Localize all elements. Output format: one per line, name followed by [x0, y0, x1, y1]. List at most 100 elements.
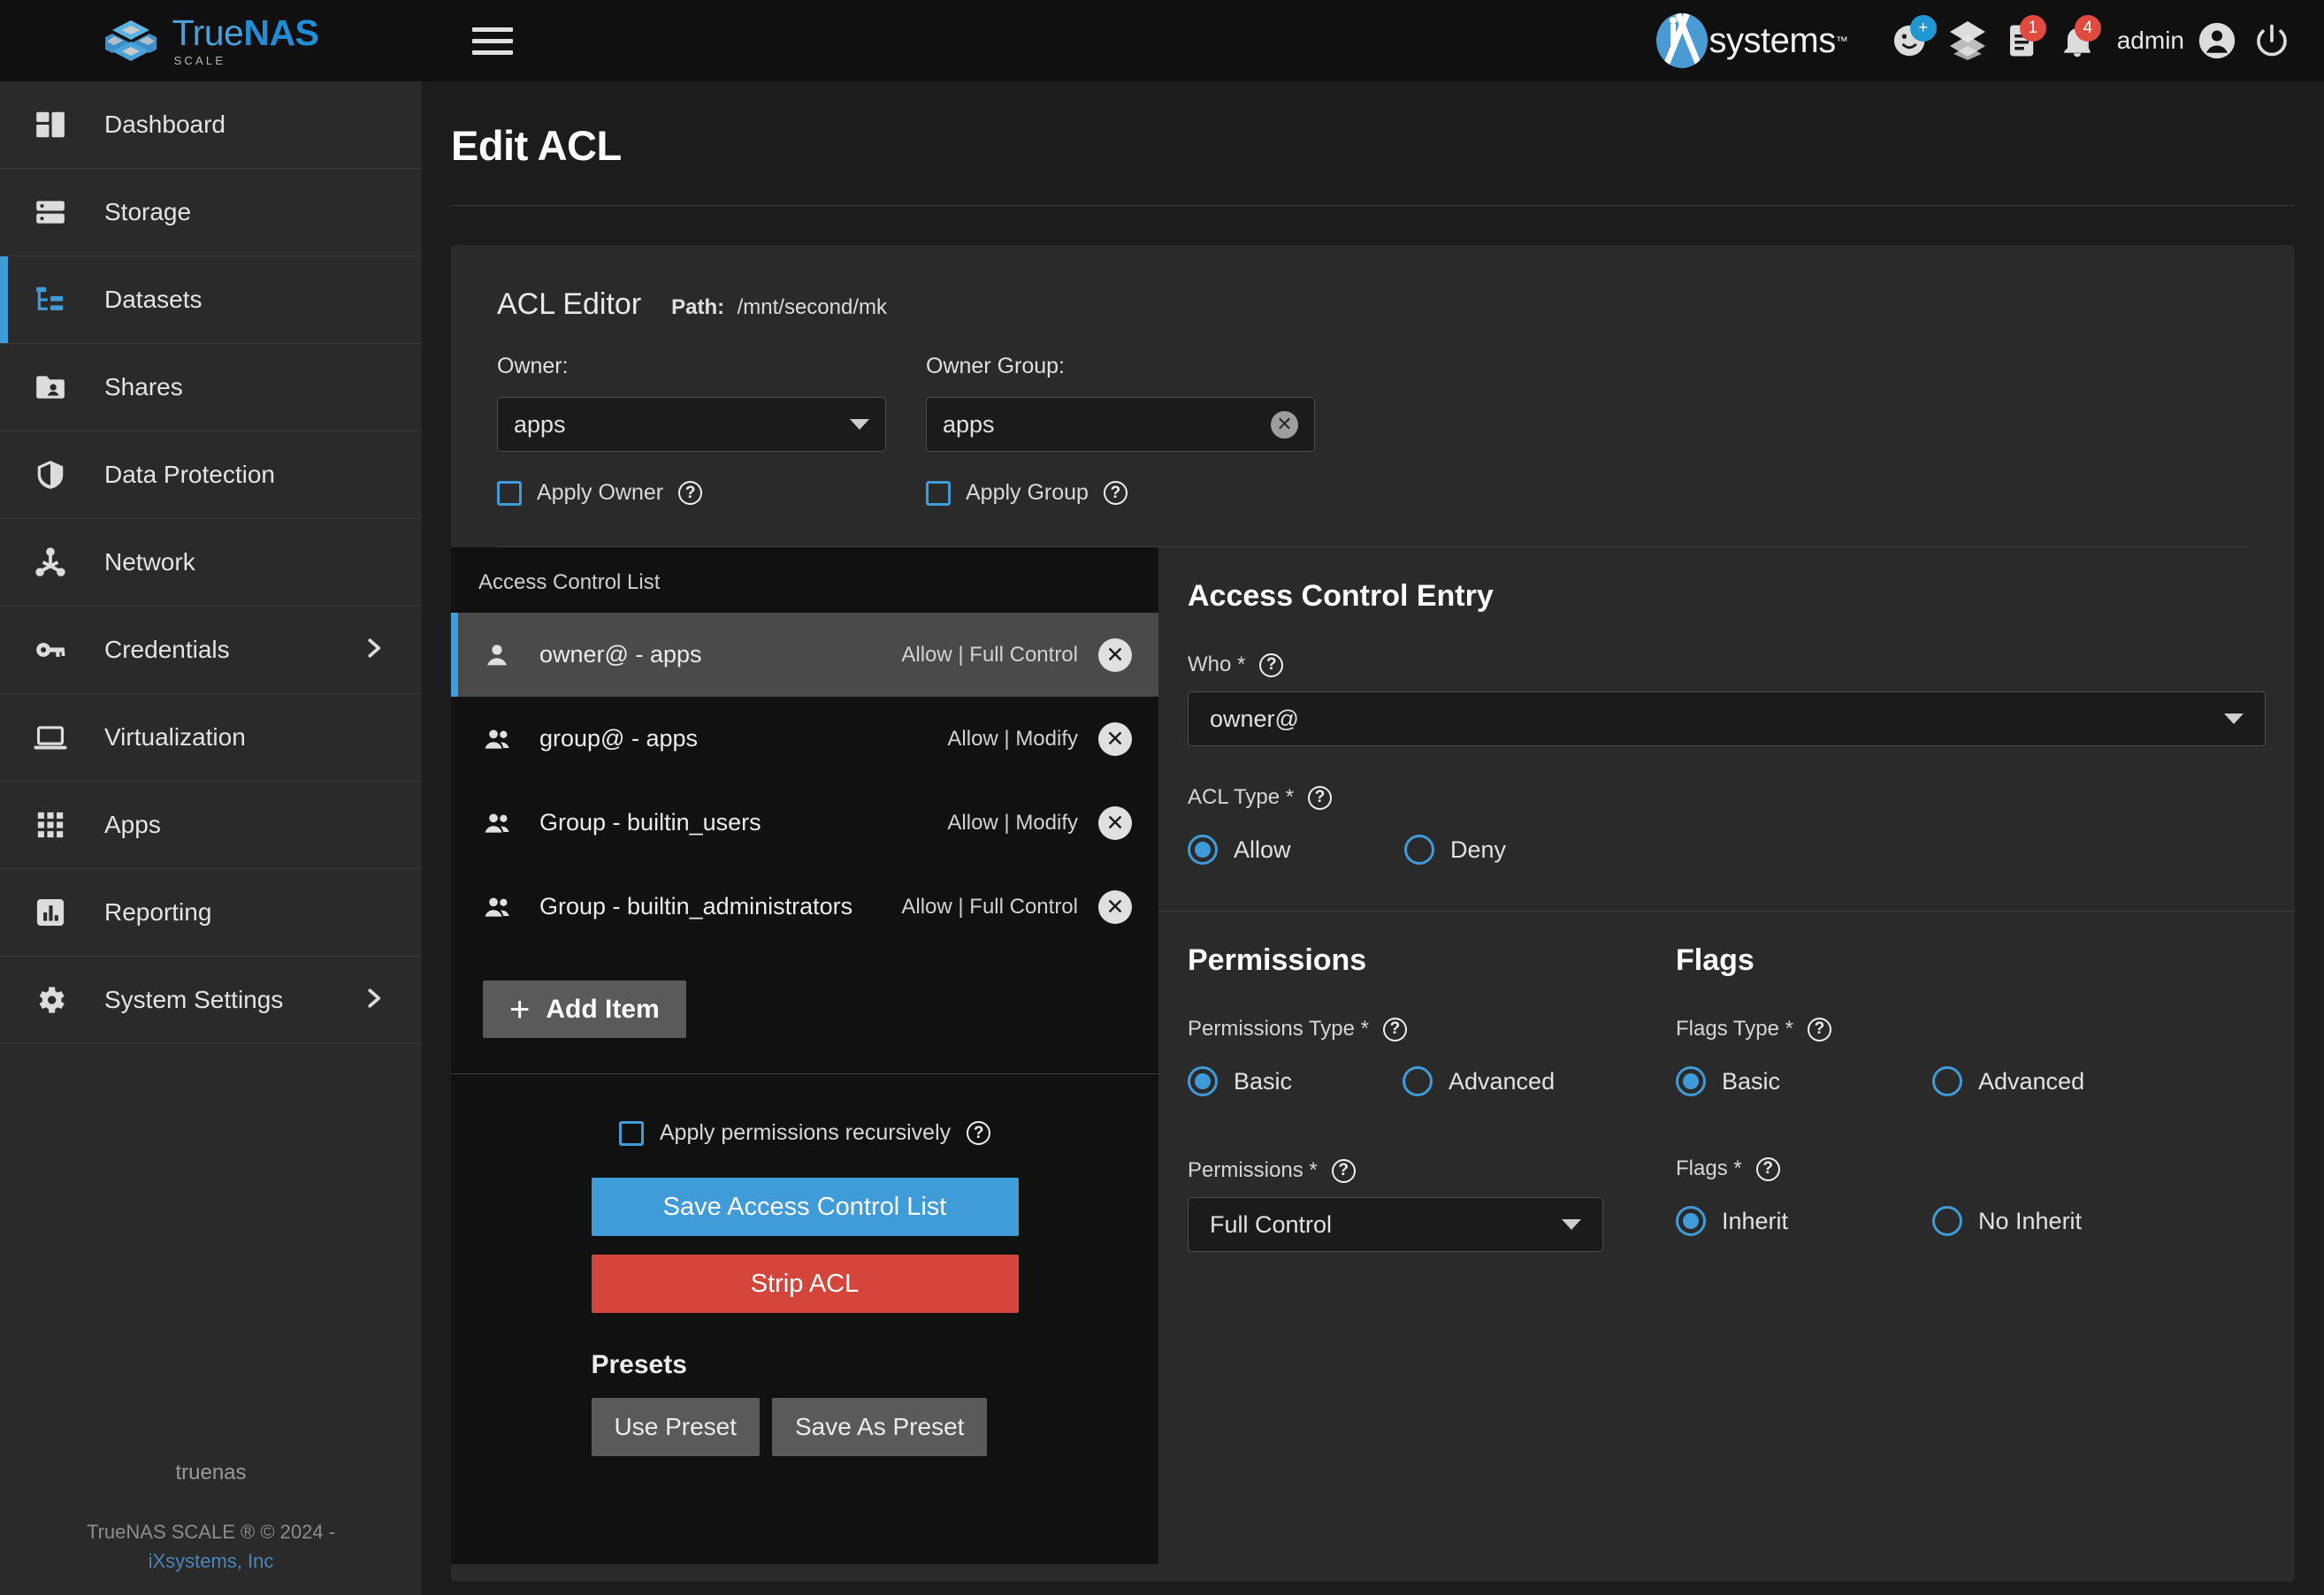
acl-list-item[interactable]: owner@ - apps Allow | Full Control ✕ [451, 613, 1158, 697]
delete-entry-icon[interactable]: ✕ [1098, 889, 1132, 924]
delete-entry-icon[interactable]: ✕ [1098, 721, 1132, 756]
sidebar-item-apps[interactable]: Apps [0, 782, 422, 869]
flags-inherit-radio[interactable]: Inherit [1676, 1206, 1932, 1236]
acl-list-item[interactable]: Group - builtin_users Allow | Modify ✕ [451, 781, 1158, 865]
permissions-type-basic-radio[interactable]: Basic [1188, 1066, 1403, 1096]
apply-recursively-label: Apply permissions recursively [659, 1120, 952, 1145]
owner-select[interactable]: apps [497, 397, 886, 452]
sidebar-item-label: Dashboard [104, 111, 226, 138]
hamburger-menu-icon[interactable] [472, 23, 513, 58]
owner-group-value: apps [943, 410, 995, 438]
help-icon[interactable]: ? [1382, 1017, 1407, 1042]
who-value: owner@ [1210, 705, 1299, 732]
acl-list-item[interactable]: group@ - apps Allow | Modify ✕ [451, 697, 1158, 781]
storage-icon [25, 195, 76, 229]
sidebar-item-virtualization[interactable]: Virtualization [0, 694, 422, 782]
delete-entry-icon[interactable]: ✕ [1098, 637, 1132, 672]
help-icon[interactable]: ? [1308, 785, 1333, 810]
acl-editor-card: ACL Editor Path: /mnt/second/mk Owner: a… [451, 245, 2295, 1582]
notifications-badge: 4 [2074, 15, 2101, 42]
use-preset-button[interactable]: Use Preset [591, 1398, 760, 1456]
sidebar-item-label: Reporting [104, 898, 212, 926]
datasets-tree-icon [25, 283, 76, 317]
save-as-preset-button[interactable]: Save As Preset [772, 1398, 988, 1456]
help-icon[interactable]: ? [1755, 1156, 1780, 1181]
radio-label: Basic [1722, 1067, 1781, 1095]
clear-icon[interactable]: ✕ [1271, 410, 1298, 439]
chevron-down-icon [2224, 714, 2244, 724]
bar-chart-icon [25, 896, 76, 929]
permissions-value: Full Control [1210, 1210, 1333, 1238]
sidebar-item-dashboard[interactable]: Dashboard [0, 81, 422, 169]
sidebar-item-system-settings[interactable]: System Settings [0, 957, 422, 1044]
sidebar-footer: truenas TrueNAS SCALE ® © 2024 - iXsyste… [0, 1461, 422, 1576]
permissions-select[interactable]: Full Control [1188, 1197, 1603, 1252]
sidebar-item-label: Storage [104, 198, 192, 225]
brand-logo[interactable]: TrueNAS SCALE [0, 0, 422, 81]
radio-selected-icon [1676, 1066, 1706, 1096]
topbar-actions: systems ™ + 1 4 admin [1655, 13, 2324, 68]
flags-type-label: Flags Type * [1676, 1017, 1793, 1041]
main-content: Edit ACL ACL Editor Path: /mnt/second/mk… [422, 81, 2324, 1595]
delete-entry-icon[interactable]: ✕ [1098, 805, 1132, 840]
add-user-badge: + [1909, 15, 1937, 42]
sidebar-item-label: Apps [104, 811, 161, 838]
sidebar-item-network[interactable]: Network [0, 519, 422, 607]
ace-title: Access Control Entry [1188, 579, 1494, 613]
sidebar-item-storage[interactable]: Storage [0, 169, 422, 256]
permissions-type-label: Permissions Type * [1188, 1017, 1369, 1041]
flags-type-advanced-radio[interactable]: Advanced [1932, 1066, 2084, 1096]
help-icon[interactable]: ? [1331, 1158, 1356, 1183]
truecommand-icon[interactable] [1940, 13, 1995, 68]
add-item-button[interactable]: + Add Item [483, 981, 686, 1038]
radio-label: Deny [1450, 836, 1507, 863]
acl-list: owner@ - apps Allow | Full Control ✕ gro… [451, 613, 1158, 949]
strip-acl-button[interactable]: Strip ACL [591, 1255, 1019, 1313]
apply-group-checkbox[interactable] [926, 480, 951, 506]
acl-type-allow-radio[interactable]: Allow [1188, 835, 1404, 865]
permissions-type-advanced-radio[interactable]: Advanced [1403, 1066, 1555, 1096]
sidebar-item-label: Datasets [104, 286, 203, 313]
chevron-down-icon [850, 419, 869, 430]
notifications-bell-icon[interactable]: 4 [2050, 13, 2105, 68]
help-icon[interactable]: ? [1259, 652, 1284, 677]
presets-section: Presets Use Preset Save As Preset [591, 1350, 1019, 1456]
who-select[interactable]: owner@ [1188, 691, 2266, 746]
sidebar-item-credentials[interactable]: Credentials [0, 607, 422, 694]
sidebar-item-data-protection[interactable]: Data Protection [0, 431, 422, 519]
chevron-right-icon [360, 635, 386, 666]
sidebar-item-reporting[interactable]: Reporting [0, 869, 422, 957]
shield-icon [25, 458, 76, 492]
help-icon[interactable]: ? [1103, 481, 1128, 505]
sidebar-item-label: Network [104, 548, 195, 576]
chevron-down-icon [1562, 1219, 1581, 1230]
help-icon[interactable]: ? [678, 481, 703, 505]
sidebar-item-datasets[interactable]: Datasets [0, 256, 422, 344]
acl-list-item[interactable]: Group - builtin_administrators Allow | F… [451, 865, 1158, 949]
username-label: admin [2116, 27, 2184, 54]
jobs-icon[interactable]: 1 [1995, 13, 2050, 68]
flags-type-basic-radio[interactable]: Basic [1676, 1066, 1932, 1096]
apply-owner-checkbox[interactable] [497, 480, 522, 506]
ixsystems-link[interactable]: iXsystems, Inc [149, 1550, 274, 1572]
sidebar-item-label: Virtualization [104, 723, 246, 751]
account-circle-icon[interactable] [2190, 13, 2244, 68]
owner-group-label: Owner Group: [926, 354, 1066, 378]
power-icon[interactable] [2244, 13, 2299, 68]
sidebar-item-shares[interactable]: Shares [0, 344, 422, 431]
sidebar-item-label: System Settings [104, 986, 284, 1013]
flags-title: Flags [1676, 943, 1754, 977]
save-access-control-list-button[interactable]: Save Access Control List [591, 1178, 1019, 1236]
acl-entry-who: owner@ - apps [539, 641, 702, 668]
help-icon[interactable]: ? [967, 1121, 991, 1145]
radio-label: Advanced [1978, 1067, 2085, 1095]
add-user-icon[interactable]: + [1885, 13, 1940, 68]
radio-label: Advanced [1449, 1067, 1556, 1095]
apply-recursively-checkbox[interactable] [618, 1120, 644, 1146]
flags-no-inherit-radio[interactable]: No Inherit [1932, 1206, 2082, 1236]
owner-group-input[interactable]: apps ✕ [926, 397, 1315, 452]
help-icon[interactable]: ? [1807, 1017, 1831, 1042]
key-icon [25, 633, 76, 667]
permissions-label: Permissions * [1188, 1158, 1318, 1182]
acl-type-deny-radio[interactable]: Deny [1404, 835, 1506, 865]
